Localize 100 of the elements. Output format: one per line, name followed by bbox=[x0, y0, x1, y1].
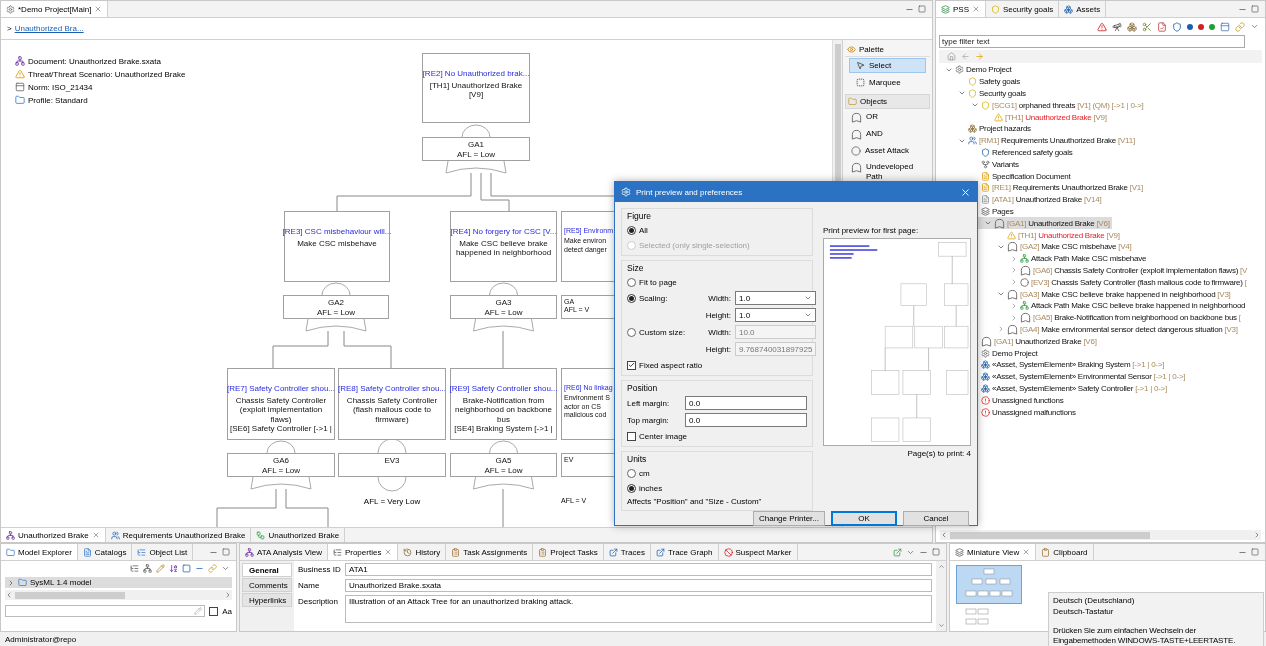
dot-icon[interactable] bbox=[1187, 23, 1193, 30]
text-area[interactable]: Illustration of an Attack Tree for an unauthorized braking attack. bbox=[345, 595, 932, 623]
requirement-node[interactable]: [RE2] No Unauthorized brak... [TH1] Unauthorized Brake [V9] bbox=[422, 53, 530, 123]
view-tab[interactable]: Model Explorer bbox=[1, 544, 78, 560]
forward-icon[interactable] bbox=[975, 52, 984, 61]
maximize-icon[interactable] bbox=[1251, 5, 1259, 13]
text-field[interactable]: 9.768740031897925 bbox=[735, 342, 817, 356]
diagram-tab[interactable]: Unauthorized Brake bbox=[1, 528, 106, 542]
radio-icon[interactable] bbox=[627, 225, 636, 235]
event-node[interactable]: EV3 bbox=[338, 453, 446, 477]
warning-icon[interactable] bbox=[1097, 21, 1107, 32]
view-tab[interactable]: Security goals bbox=[986, 1, 1060, 17]
requirement-node[interactable]: [RE4] No forgery for CSC [V... Make CSC believe brake happened in neighborhood bbox=[450, 211, 557, 282]
text-field[interactable]: 10.0 bbox=[735, 325, 817, 339]
tree-item[interactable]: [SCG1] orphaned threats [V1] (QM) [->1 | 0->] bbox=[944, 99, 1146, 112]
back-icon[interactable] bbox=[961, 52, 970, 61]
tree-item[interactable]: [GA5] Brake-Notification from neighborhood on backbone bus [ bbox=[944, 311, 1243, 324]
tree-item[interactable]: Attack Path Make CSC misbehave bbox=[944, 252, 1149, 265]
tree-item[interactable]: [GA2] Make CSC misbehave [V4] bbox=[944, 240, 1134, 253]
checkbox-icon[interactable] bbox=[627, 431, 636, 441]
tree-item[interactable]: «Asset, SystemElement» Safety Controller [->1 | 0->] bbox=[944, 382, 1169, 395]
scissors-icon[interactable] bbox=[1142, 21, 1152, 32]
view-tab[interactable]: Trace Graph bbox=[650, 544, 719, 560]
tree-item[interactable]: [GA3] Make CSC believe brake happened in neighborhood [V3] bbox=[944, 288, 1233, 300]
checkbox-option[interactable]: Center image bbox=[627, 430, 807, 442]
radio-icon[interactable] bbox=[627, 468, 636, 478]
view-tab[interactable]: Miniature View bbox=[950, 544, 1037, 560]
view-tab[interactable]: Catalogs bbox=[77, 544, 133, 560]
horizontal-scrollbar[interactable] bbox=[5, 590, 232, 600]
close-icon[interactable] bbox=[384, 548, 393, 556]
editor-tab[interactable]: *Demo Project[Main] bbox=[1, 1, 109, 17]
filter-field[interactable]: type filter text bbox=[939, 35, 1245, 48]
tree-item[interactable]: «Asset, SystemElement» Braking System [->1 | 0->] bbox=[944, 358, 1167, 371]
tree-item[interactable]: Demo Project bbox=[944, 347, 1040, 359]
list-icon[interactable] bbox=[130, 563, 139, 573]
dialog-button[interactable]: Change Printer... bbox=[752, 511, 825, 526]
tree-item[interactable]: Specification Document bbox=[944, 170, 1073, 182]
diagram-tab[interactable]: Unauthorized Brake bbox=[251, 528, 346, 542]
diagram-overview-drawing[interactable] bbox=[956, 565, 1022, 627]
view-tab[interactable]: Task Assignments bbox=[446, 544, 534, 560]
gate-node[interactable]: GA6 AFL = Low bbox=[227, 453, 335, 477]
dot-icon[interactable] bbox=[1198, 23, 1204, 30]
palette-tool[interactable]: Marquee bbox=[849, 75, 926, 90]
radio-option[interactable]: Scaling: bbox=[627, 292, 697, 304]
tree-item[interactable]: Referenced safety goals bbox=[944, 146, 1075, 159]
requirement-node[interactable]: [RE7] Safety Controller shou... Chassis Safety Controller (exploit implementation flaws) [SE6] Safety Controller [->1 | bbox=[227, 368, 335, 440]
breadcrumb-link[interactable]: Unauthorized Bra... bbox=[14, 24, 84, 33]
close-icon[interactable] bbox=[94, 5, 103, 13]
boxes-icon[interactable] bbox=[1127, 21, 1137, 32]
dialog-button[interactable]: Cancel bbox=[903, 511, 969, 526]
gate-node[interactable]: GA1 AFL = Low bbox=[422, 137, 530, 161]
close-icon[interactable] bbox=[972, 5, 980, 13]
tree-item[interactable]: Project hazards bbox=[944, 123, 1033, 135]
view-tab[interactable]: ATA Analysis View bbox=[240, 544, 328, 560]
side-tab[interactable]: General bbox=[242, 563, 292, 577]
horizontal-scrollbar[interactable] bbox=[940, 530, 1261, 540]
view-tab[interactable]: Project Tasks bbox=[533, 544, 604, 560]
view-tab[interactable]: PSS bbox=[936, 1, 986, 17]
side-tab[interactable]: Comments bbox=[242, 578, 292, 592]
tree-item[interactable]: [ATA1] Unauthorized Brake [V14] bbox=[944, 193, 1104, 206]
expand-icon[interactable] bbox=[182, 563, 191, 573]
palette-item[interactable]: OR bbox=[845, 109, 930, 126]
tree-item[interactable]: [TH1] Unauthorized Brake [V9] bbox=[944, 111, 1109, 123]
palette-item[interactable]: Undeveloped Path bbox=[845, 159, 930, 185]
tree-item[interactable]: Unassigned malfunctions bbox=[944, 406, 1078, 418]
view-tab[interactable]: History bbox=[398, 544, 447, 560]
close-icon[interactable] bbox=[1022, 548, 1031, 556]
maximize-icon[interactable] bbox=[222, 548, 230, 556]
tree-item[interactable]: SysML 1.4 model bbox=[5, 577, 232, 588]
tree-item[interactable]: Unassigned functions bbox=[944, 394, 1066, 407]
tree-item[interactable]: [GA6] Chassis Safety Controller (exploit implementation flaws) [V bbox=[944, 264, 1250, 277]
dialog-button[interactable]: OK bbox=[831, 511, 897, 526]
palette-tool[interactable]: Select bbox=[849, 58, 926, 73]
tree-item[interactable]: Safety goals bbox=[944, 75, 1023, 88]
requirement-node[interactable]: [RE8] Safety Controller shou... Chassis Safety Controller (flash malious code to firmware) bbox=[338, 368, 446, 440]
tree-item[interactable]: «Asset, SystemElement» Environmental Sensor [->1 | 0->] bbox=[944, 370, 1188, 383]
radio-icon[interactable] bbox=[627, 277, 636, 287]
palette-item[interactable]: Asset Attack bbox=[845, 143, 930, 159]
text-field[interactable]: Unauthorized Brake.sxata bbox=[345, 579, 932, 592]
tree-item[interactable]: Pages bbox=[944, 205, 1016, 218]
view-tab[interactable]: Suspect Marker bbox=[718, 544, 798, 560]
view-tab[interactable]: Traces bbox=[603, 544, 651, 560]
diagram-tab[interactable]: Requirements Unauthorized Brake bbox=[105, 528, 252, 542]
checkbox-option[interactable]: Fixed aspect ratio bbox=[627, 359, 807, 371]
dropdown[interactable]: 1.0 bbox=[735, 291, 817, 305]
tree-item[interactable]: Security goals bbox=[944, 87, 1028, 100]
shield-icon[interactable] bbox=[1172, 21, 1182, 32]
maximize-icon[interactable] bbox=[918, 5, 926, 13]
tree-item[interactable]: [TH1] Unauthorized Brake [V9] bbox=[944, 229, 1122, 241]
dropdown[interactable]: 1.0 bbox=[735, 308, 817, 322]
gate-node[interactable]: GA5 AFL = Low bbox=[450, 453, 557, 477]
radio-option[interactable]: inches bbox=[627, 482, 807, 494]
hierarchy-icon[interactable] bbox=[143, 563, 152, 573]
link-icon[interactable] bbox=[208, 563, 217, 573]
open-icon[interactable] bbox=[893, 547, 902, 557]
checkbox[interactable] bbox=[209, 606, 219, 616]
home-icon[interactable] bbox=[947, 52, 956, 61]
text-field[interactable]: 0.0 bbox=[685, 413, 807, 427]
checkbox-icon[interactable] bbox=[627, 360, 636, 370]
document-check-icon[interactable] bbox=[1157, 21, 1167, 32]
